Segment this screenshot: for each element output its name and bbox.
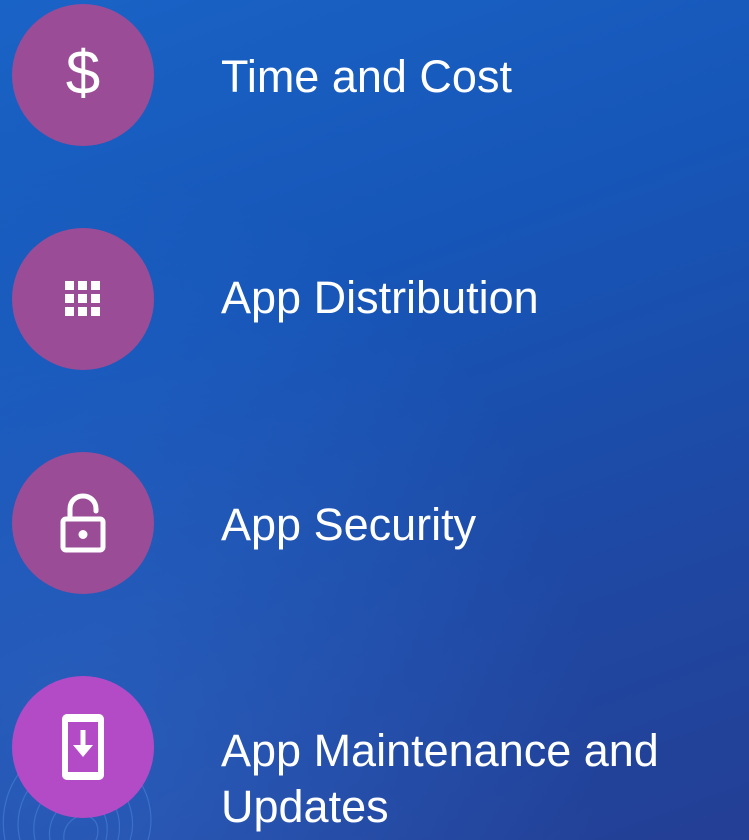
feature-item-app-security: App Security <box>12 452 749 594</box>
feature-label-line2: Updates <box>221 781 389 832</box>
feature-icon-circle <box>12 676 154 818</box>
feature-icon-circle: $ <box>12 4 154 146</box>
feature-label: Time and Cost <box>221 51 512 102</box>
feature-icon-circle <box>12 228 154 370</box>
feature-label: App Distribution <box>221 272 539 323</box>
feature-item-app-distribution: App Distribution <box>12 228 749 370</box>
feature-item-app-maintenance: App Maintenance and Updates <box>12 676 749 832</box>
feature-label: App Security <box>221 499 477 550</box>
dollar-icon: $ <box>65 39 101 108</box>
app-grid-icon <box>65 281 100 316</box>
feature-label: App Maintenance and <box>221 725 659 776</box>
feature-item-time-and-cost: $ Time and Cost <box>12 4 749 146</box>
feature-icon-circle <box>12 452 154 594</box>
phone-download-icon <box>62 714 104 780</box>
unlocked-padlock-icon <box>60 493 106 553</box>
